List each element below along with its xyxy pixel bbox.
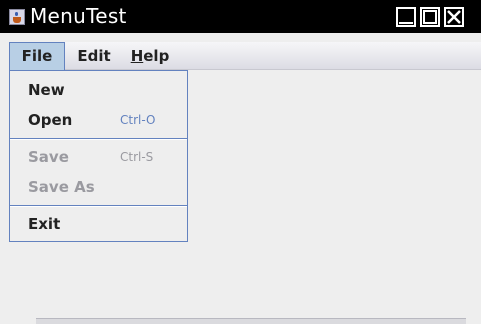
window-left-border: [0, 33, 9, 324]
menu-bar: File Edit Help: [9, 42, 481, 70]
menu-separator: [10, 205, 187, 207]
menu-item-new-label: New: [28, 81, 65, 99]
menu-separator: [10, 138, 187, 140]
menu-item-open[interactable]: Open Ctrl-O: [10, 105, 187, 135]
maximize-icon[interactable]: [420, 7, 440, 27]
bottom-scroll-strip[interactable]: [36, 318, 466, 324]
menu-item-open-accelerator: Ctrl-O: [120, 113, 156, 127]
minimize-icon[interactable]: [396, 7, 416, 27]
menu-item-save-as-label: Save As: [28, 178, 95, 196]
menu-item-save-as[interactable]: Save As: [10, 172, 187, 202]
menu-file-label: File: [21, 47, 53, 65]
application-window: MenuTest File Edit Help New Open Ctrl-O: [0, 0, 481, 324]
java-cup-icon[interactable]: [9, 9, 25, 25]
title-bar[interactable]: MenuTest: [0, 0, 481, 33]
menu-item-save-label: Save: [28, 148, 69, 166]
menu-item-exit-label: Exit: [28, 215, 61, 233]
menu-file[interactable]: File: [9, 42, 65, 70]
window-title: MenuTest: [30, 4, 127, 28]
menu-item-open-label: Open: [28, 111, 73, 129]
menu-help-label: Help: [131, 47, 170, 65]
menu-item-save[interactable]: Save Ctrl-S: [10, 142, 187, 172]
menu-item-new[interactable]: New: [10, 75, 187, 105]
file-menu-dropdown: New Open Ctrl-O Save Ctrl-S Save As Exit: [9, 70, 188, 242]
menu-help-rest: elp: [143, 47, 170, 65]
java-cup-shape: [13, 17, 21, 23]
close-icon[interactable]: [444, 7, 464, 27]
java-steam-shape: [15, 12, 18, 16]
menu-edit[interactable]: Edit: [66, 42, 122, 70]
menu-help-mnemonic: H: [130, 47, 144, 65]
menu-item-exit[interactable]: Exit: [10, 209, 187, 239]
menu-help[interactable]: Help: [122, 42, 178, 70]
menu-item-save-accelerator: Ctrl-S: [120, 150, 154, 164]
menu-edit-label: Edit: [77, 47, 111, 65]
